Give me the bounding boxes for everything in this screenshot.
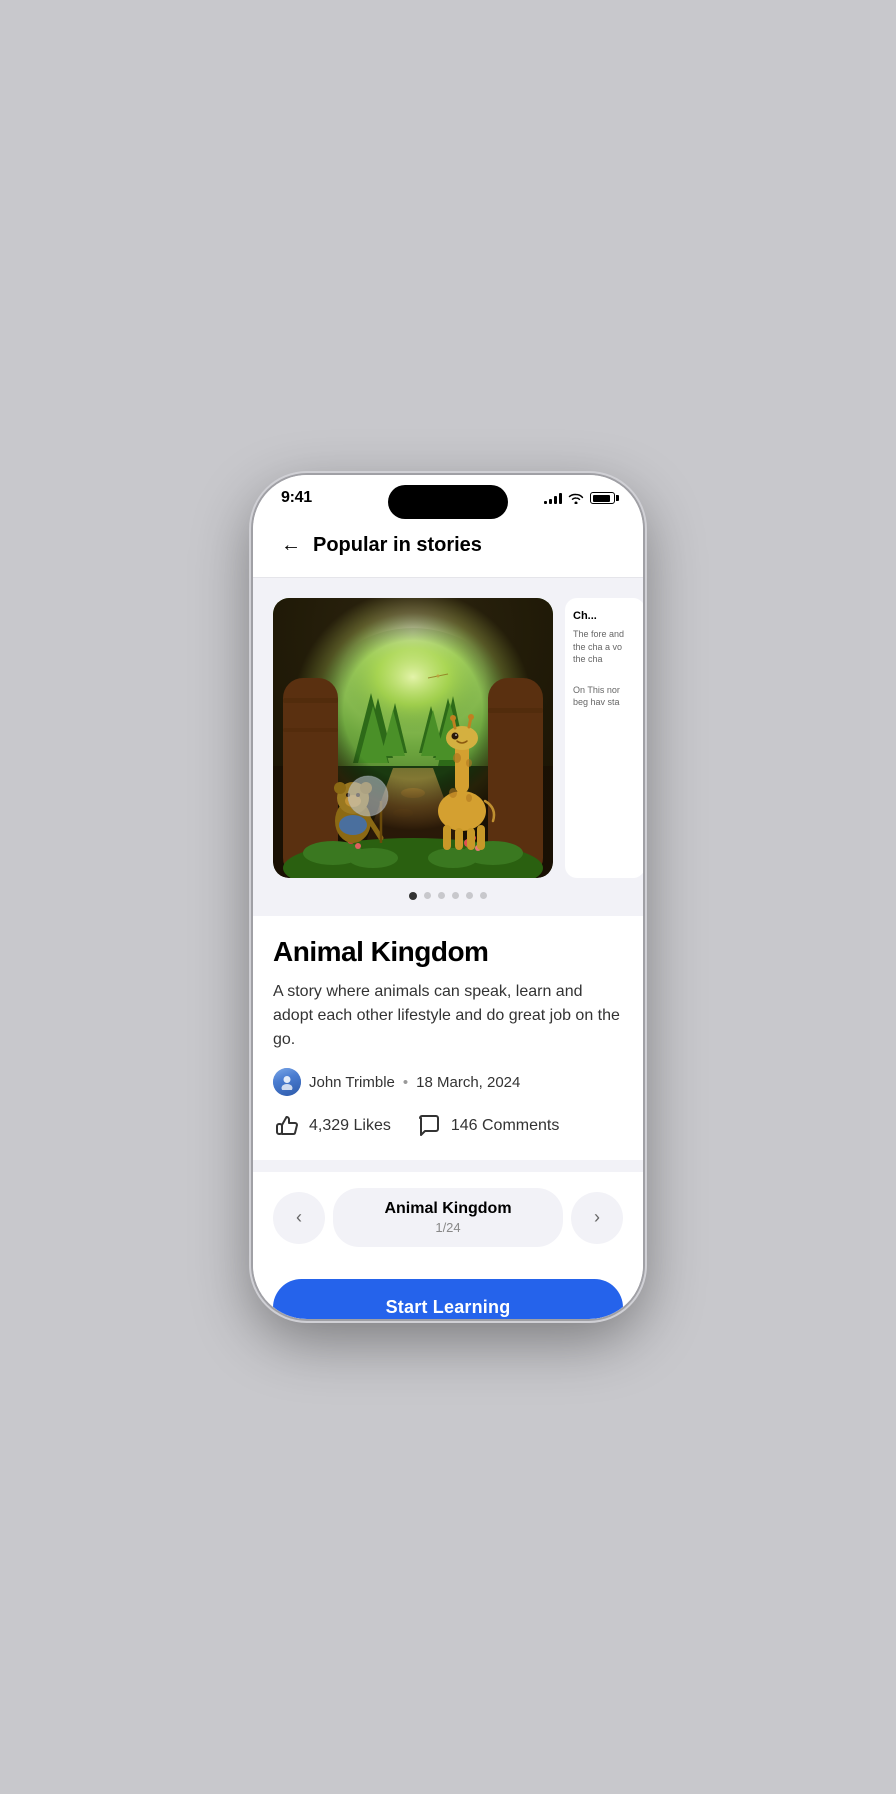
next-icon: › — [594, 1207, 600, 1228]
scroll-content[interactable]: Ch... The fore and the cha a vo the cha … — [253, 578, 643, 1319]
author-date: 18 March, 2024 — [416, 1074, 520, 1091]
chapter-name: Animal Kingdom — [349, 1200, 547, 1218]
status-bar: 9:41 — [253, 475, 643, 515]
back-button[interactable]: ← — [273, 527, 309, 563]
status-time: 9:41 — [281, 489, 312, 507]
author-separator: • — [403, 1074, 408, 1091]
signal-bar-2 — [549, 499, 552, 504]
story-preview-card: Ch... The fore and the cha a vo the cha … — [565, 598, 643, 878]
signal-bar-4 — [559, 493, 562, 504]
comments-stat[interactable]: 146 Comments — [415, 1112, 560, 1140]
signal-bar-1 — [544, 501, 547, 504]
start-learning-section: Start Learning — [253, 1267, 643, 1319]
dot-2[interactable] — [424, 892, 431, 899]
chapter-nav-row: ‹ Animal Kingdom 1/24 › — [273, 1188, 623, 1247]
prev-icon: ‹ — [296, 1207, 302, 1228]
chapter-progress: 1/24 — [349, 1220, 547, 1235]
preview-title: Ch... — [573, 610, 637, 622]
avatar-inner — [273, 1068, 301, 1096]
story-card-main[interactable] — [273, 598, 553, 878]
page-title: Popular in stories — [313, 534, 482, 557]
phone-frame: 9:41 ← — [253, 475, 643, 1319]
carousel-section: Ch... The fore and the cha a vo the cha … — [253, 578, 643, 916]
thumbs-up-icon — [273, 1112, 301, 1140]
likes-stat[interactable]: 4,329 Likes — [273, 1112, 391, 1140]
author-name: John Trimble — [309, 1074, 395, 1091]
chapter-navigation: ‹ Animal Kingdom 1/24 › — [253, 1172, 643, 1267]
story-title: Animal Kingdom — [273, 936, 623, 968]
signal-bar-3 — [554, 496, 557, 504]
carousel-dots — [253, 892, 643, 900]
status-icons — [544, 492, 615, 504]
forest-svg — [273, 598, 553, 878]
author-row: John Trimble • 18 March, 2024 — [273, 1068, 623, 1096]
start-learning-button[interactable]: Start Learning — [273, 1279, 623, 1319]
battery-fill — [593, 495, 610, 502]
signal-bars-icon — [544, 492, 562, 504]
dynamic-island — [388, 485, 508, 519]
stats-row: 4,329 Likes 146 Comments — [273, 1112, 623, 1140]
avatar — [273, 1068, 301, 1096]
dot-6[interactable] — [480, 892, 487, 899]
comment-icon — [415, 1112, 443, 1140]
dot-3[interactable] — [438, 892, 445, 899]
dot-4[interactable] — [452, 892, 459, 899]
likes-label: 4,329 Likes — [309, 1117, 391, 1135]
preview-text-2: On This nor beg hav sta — [573, 684, 637, 709]
story-description: A story where animals can speak, learn a… — [273, 980, 623, 1052]
preview-text-1: The fore and the cha a vo the cha — [573, 628, 637, 666]
wifi-icon — [568, 492, 584, 504]
next-chapter-button[interactable]: › — [571, 1192, 623, 1244]
comments-label: 146 Comments — [451, 1117, 560, 1135]
phone-screen: 9:41 ← — [253, 475, 643, 1319]
story-info-section: Animal Kingdom A story where animals can… — [253, 916, 643, 1160]
story-cover-image — [273, 598, 553, 878]
prev-chapter-button[interactable]: ‹ — [273, 1192, 325, 1244]
dot-5[interactable] — [466, 892, 473, 899]
page-header: ← Popular in stories — [253, 515, 643, 578]
avatar-icon — [279, 1074, 295, 1090]
carousel-wrapper[interactable]: Ch... The fore and the cha a vo the cha … — [253, 598, 643, 878]
chapter-info: Animal Kingdom 1/24 — [333, 1188, 563, 1247]
back-arrow-icon: ← — [281, 534, 301, 557]
battery-icon — [590, 492, 615, 504]
dot-1[interactable] — [409, 892, 417, 900]
